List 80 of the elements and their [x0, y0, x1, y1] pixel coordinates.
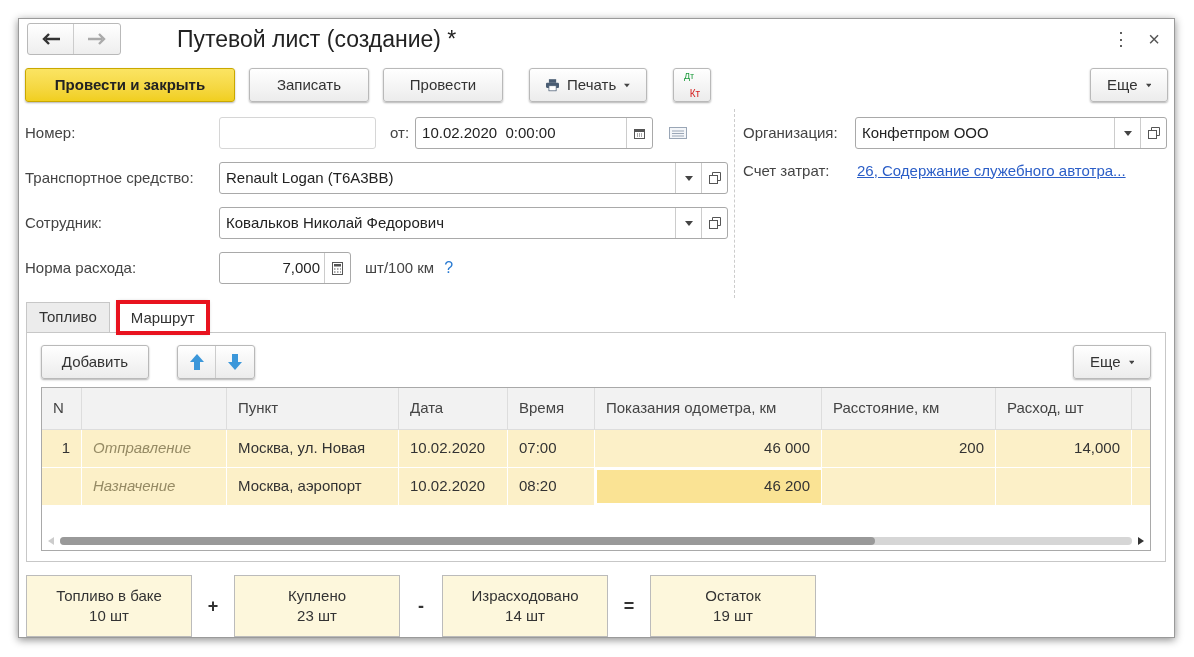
column-header[interactable]: Расстояние, км: [833, 397, 940, 420]
column-header[interactable]: Пункт: [238, 397, 279, 420]
debit-credit-button[interactable]: Дт Кт: [673, 68, 711, 102]
field-label: от:: [390, 122, 410, 143]
caret-icon: [1145, 82, 1151, 88]
select-field[interactable]: Конфетпром ООО: [855, 117, 1167, 149]
tab[interactable]: Маршрут: [117, 302, 208, 333]
table-cell-text: 46 200: [764, 476, 810, 497]
summary-label: Израсходовано: [471, 586, 579, 606]
table-cell-text: Москва, ул. Новая: [238, 438, 366, 459]
cost-account-link[interactable]: 26, Содержание служебного автотра...: [857, 159, 1126, 183]
help-link[interactable]: ?: [444, 256, 454, 280]
down-arrow-icon: [228, 354, 242, 370]
print-button[interactable]: Печать: [529, 68, 647, 102]
column-header[interactable]: N: [53, 397, 64, 420]
window-title: Путевой лист (создание) *: [177, 24, 457, 54]
field-label: Сотрудник:: [25, 212, 104, 233]
add-button[interactable]: Добавить: [41, 345, 149, 379]
unit-label: шт/100 км: [365, 257, 435, 278]
table-cell-text: 10.02.2020: [410, 476, 486, 497]
column-header[interactable]: Показания одометра, км: [606, 397, 777, 420]
right-arrow-icon: [88, 33, 106, 45]
tab[interactable]: Топливо: [26, 302, 110, 332]
caret-icon: [684, 220, 693, 226]
table-cell-text: 07:00: [519, 438, 557, 459]
table-cell-text: 1: [61, 438, 70, 459]
table-cell-text: 46 000: [764, 438, 810, 459]
summary-value: 14 шт: [505, 606, 545, 626]
field-label: Норма расхода:: [25, 257, 138, 278]
summary-label: Остаток: [705, 586, 761, 606]
select-field[interactable]: Renault Logan (Т6А3ВВ): [219, 162, 728, 194]
table-cell-text: Отправление: [93, 438, 192, 459]
open-window-icon[interactable]: [708, 217, 721, 229]
toolbar-button[interactable]: Провести: [383, 68, 503, 102]
summary-label: Куплено: [287, 586, 347, 606]
toolbar-button[interactable]: Записать: [249, 68, 369, 102]
column-header[interactable]: Расход, шт: [1007, 397, 1084, 420]
table-row[interactable]: 1 Отправление Москва, ул. Новая 10.02.2020 07:00 46 000 200 14,000: [42, 430, 1150, 468]
calculator-icon[interactable]: [332, 261, 343, 275]
caret-icon: [684, 175, 693, 181]
number-input-field[interactable]: 7,000: [219, 252, 351, 284]
field-label: Транспортное средство:: [25, 167, 195, 188]
table-cell-text: Москва, аэропорт: [238, 476, 362, 497]
table-cell-text: 08:20: [519, 476, 557, 497]
summary-value: 19 шт: [713, 606, 753, 626]
table-cell-text: Назначение: [93, 476, 176, 497]
select-field[interactable]: Ковальков Николай Федорович: [219, 207, 728, 239]
column-header[interactable]: Время: [519, 397, 565, 420]
close-button[interactable]: ×: [1148, 24, 1160, 54]
more-button[interactable]: Еще: [1073, 345, 1151, 379]
table-cell-text: 14,000: [1074, 438, 1120, 459]
field-label: Счет затрат:: [743, 160, 831, 181]
table-row[interactable]: Назначение Москва, аэропорт 10.02.2020 08:20 46 200: [42, 468, 1150, 506]
operator-sign: -: [417, 594, 425, 618]
date-field[interactable]: 10.02.2020 0:00:00: [415, 117, 654, 149]
operator-sign: +: [206, 594, 220, 618]
scrollbar-thumb[interactable]: [60, 537, 875, 545]
field-label: Организация:: [743, 122, 839, 143]
more-button[interactable]: Еще: [1090, 68, 1168, 102]
more-menu-button[interactable]: ⋮: [1112, 25, 1131, 53]
open-window-icon[interactable]: [708, 172, 721, 184]
number-field[interactable]: [219, 117, 376, 149]
summary-value: 10 шт: [89, 606, 129, 626]
operator-sign: =: [622, 594, 636, 618]
left-arrow-icon: [41, 33, 60, 45]
summary-value: 23 шт: [297, 606, 337, 626]
caret-icon: [1123, 130, 1132, 136]
up-arrow-icon: [189, 354, 204, 370]
table-cell-text: 10.02.2020: [410, 438, 486, 459]
summary-label: Топливо в баке: [56, 586, 162, 606]
column-header[interactable]: Дата: [410, 397, 444, 420]
calendar-icon[interactable]: [634, 127, 646, 139]
caret-icon: [624, 82, 630, 88]
open-window-icon[interactable]: [1147, 127, 1160, 139]
caret-icon: [1128, 359, 1134, 365]
post-and-close-button[interactable]: Провести и закрыть: [25, 68, 235, 102]
field-label: Номер:: [25, 122, 77, 143]
table-cell-text: 200: [958, 438, 984, 459]
scroll-right-icon[interactable]: [1138, 537, 1144, 545]
printer-icon: [546, 77, 560, 93]
